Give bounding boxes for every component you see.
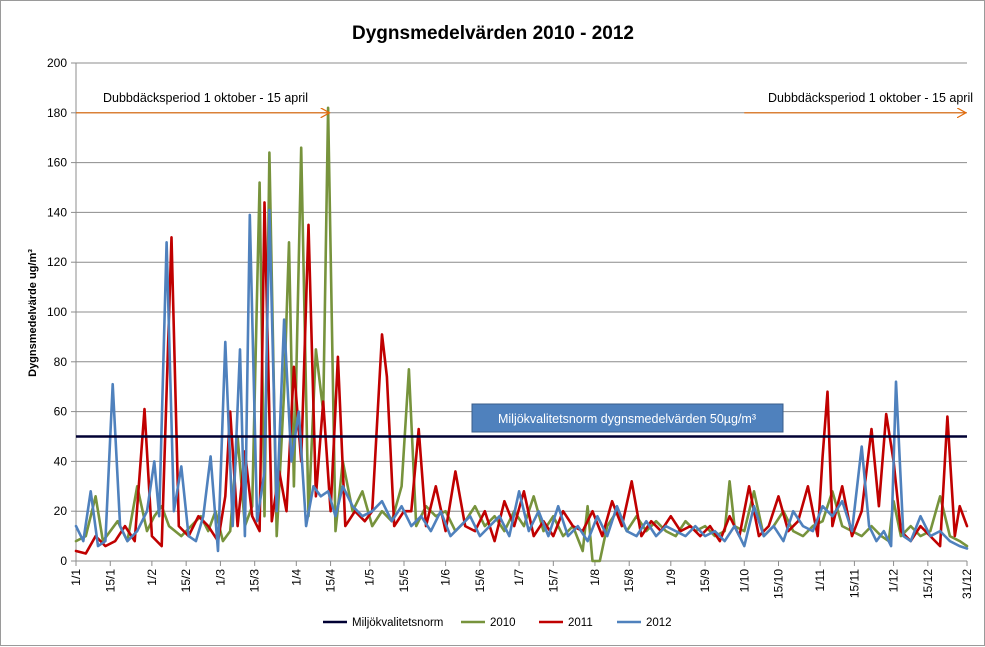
y-tick-label-40: 40	[54, 454, 68, 468]
x-tick-label-20: 1/11	[813, 569, 827, 592]
x-tick-label-3: 15/2	[179, 569, 193, 593]
y-tick-label-80: 80	[54, 355, 68, 369]
x-tick-label-11: 15/6	[473, 569, 487, 593]
x-tick-label-8: 1/5	[363, 569, 377, 586]
legend-label-2: 2011	[568, 617, 593, 629]
y-tick-label-200: 200	[47, 56, 67, 70]
y-axis-ticks: 0 20 40 60 80 100 120 140 160 180 200	[47, 56, 76, 568]
x-axis-ticks: 1/1 15/1 1/2 15/2 1/3 15/3 1/4 15/4 1/5 15/5 1/6 15…	[69, 561, 974, 599]
legend-label-0: Miljökvalitetsnorm	[352, 617, 443, 629]
y-tick-label-20: 20	[54, 504, 68, 518]
y-tick-label-160: 160	[47, 156, 67, 170]
x-tick-label-5: 15/3	[248, 569, 262, 593]
x-tick-label-2: 1/2	[145, 569, 159, 586]
chart-svg: Dygnsmedelvärden 2010 - 2012 0 20 40 60 80 10…	[27, 23, 974, 629]
x-tick-label-4: 1/3	[213, 569, 227, 586]
x-tick-label-12: 1/7	[512, 569, 526, 586]
legend-label-1: 2010	[490, 617, 516, 629]
legend-label-3: 2012	[646, 617, 672, 629]
x-tick-label-16: 1/9	[664, 569, 678, 586]
chart-frame: Dygnsmedelvärden 2010 - 2012 0 20 40 60 80 10…	[0, 0, 985, 646]
x-tick-label-23: 15/12	[921, 569, 935, 599]
y-tick-label-0: 0	[60, 554, 67, 568]
x-tick-label-0: 1/1	[69, 569, 83, 586]
x-tick-label-17: 15/9	[698, 569, 712, 593]
x-tick-label-1: 15/1	[103, 569, 117, 593]
y-tick-label-120: 120	[47, 255, 67, 269]
x-tick-label-24: 31/12	[960, 569, 974, 599]
x-tick-label-18: 1/10	[737, 569, 751, 593]
grid	[75, 62, 967, 562]
chart-title: Dygnsmedelvärden 2010 - 2012	[352, 23, 634, 44]
x-tick-label-15: 15/8	[622, 569, 636, 593]
x-tick-label-7: 15/4	[324, 569, 338, 593]
series-line-2010	[74, 106, 969, 563]
x-tick-label-9: 15/5	[397, 569, 411, 593]
y-tick-label-140: 140	[47, 205, 67, 219]
annotation-text-0: Dubbdäcksperiod 1 oktober - 15 april	[103, 91, 308, 105]
y-tick-label-60: 60	[54, 405, 68, 419]
x-tick-label-21: 15/11	[847, 569, 861, 598]
legend: Miljökvalitetsnorm 2010 2011 2012	[323, 617, 672, 629]
norm-label: Miljökvalitetsnorm dygnsmedelvärden 50µg…	[498, 412, 756, 426]
x-tick-label-13: 15/7	[546, 569, 560, 593]
y-tick-label-180: 180	[47, 106, 67, 120]
x-tick-label-6: 1/4	[289, 569, 303, 586]
series-lines	[74, 106, 969, 563]
x-tick-label-14: 1/8	[588, 569, 602, 586]
x-tick-label-10: 1/6	[439, 569, 453, 586]
annotations: Dubbdäcksperiod 1 oktober - 15 april Dubb…	[76, 91, 973, 113]
annotation-text-1: Dubbdäcksperiod 1 oktober - 15 april	[768, 91, 973, 105]
x-tick-label-22: 1/12	[887, 569, 901, 593]
norm-line-group: Miljökvalitetsnorm dygnsmedelvärden 50µg…	[76, 403, 967, 438]
y-axis-label: Dygnsmedelvärde ug/m³	[27, 249, 39, 377]
y-tick-label-100: 100	[47, 305, 67, 319]
x-tick-label-19: 15/10	[772, 569, 786, 599]
series-line-2012	[74, 208, 969, 553]
